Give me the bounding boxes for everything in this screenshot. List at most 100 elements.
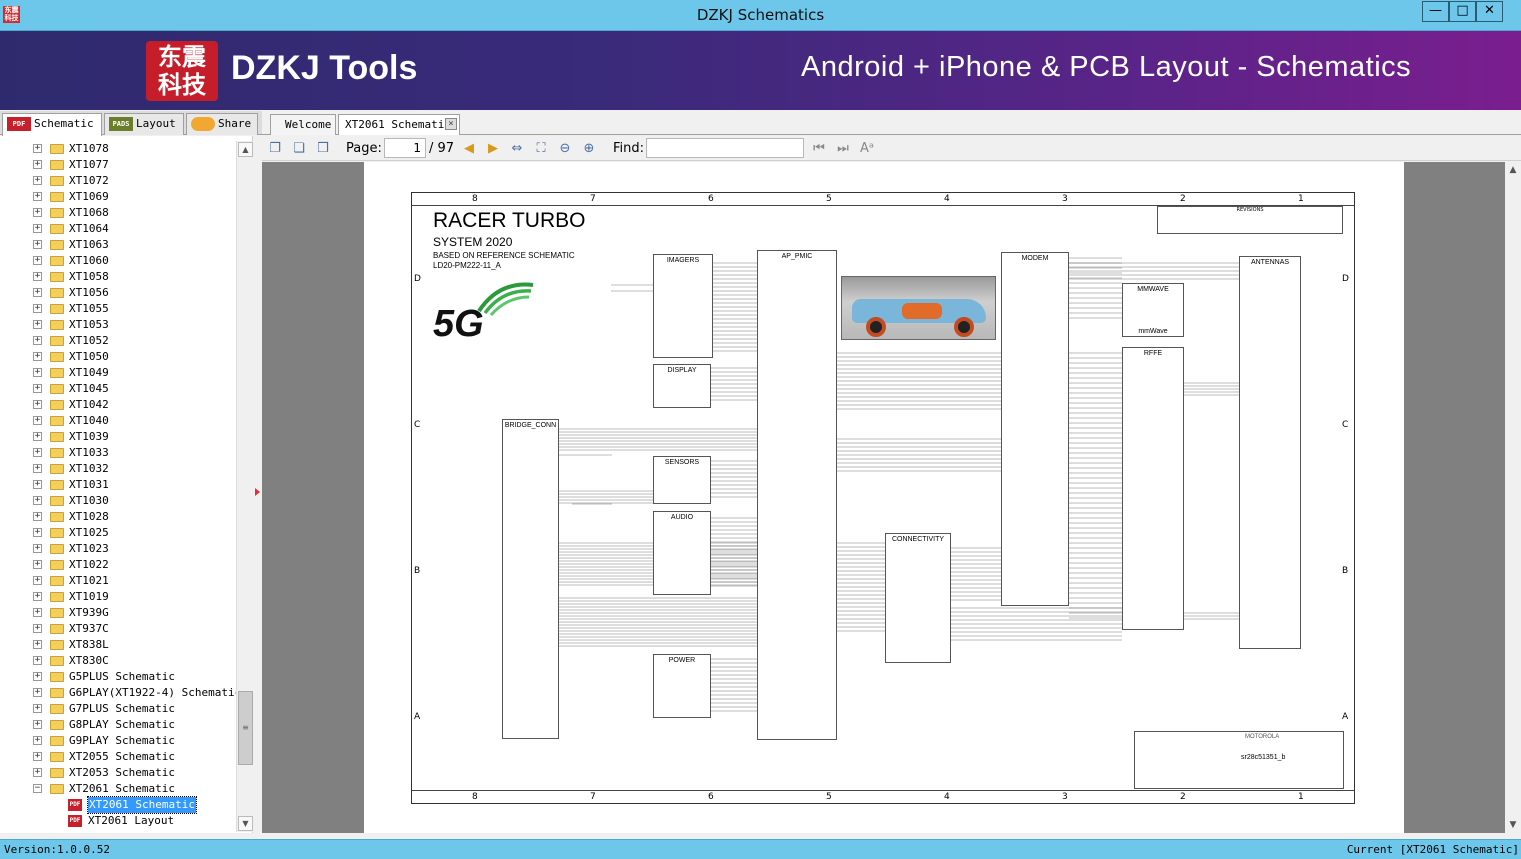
expand-icon[interactable]: + — [33, 144, 42, 153]
expand-icon[interactable]: + — [33, 464, 42, 473]
expand-icon[interactable]: + — [33, 192, 42, 201]
tree-folder-item[interactable]: + XT1052 — [0, 333, 235, 349]
zoom-in-icon[interactable]: ⊕ — [580, 140, 598, 158]
tree-folder-item[interactable]: + G8PLAY Schematic — [0, 717, 235, 733]
tree-folder-item[interactable]: + G7PLUS Schematic — [0, 701, 235, 717]
tree-folder-item[interactable]: + XT1033 — [0, 445, 235, 461]
expand-icon[interactable]: + — [33, 736, 42, 745]
tree-folder-item[interactable]: + XT1056 — [0, 285, 235, 301]
expand-icon[interactable]: + — [33, 752, 42, 761]
expand-icon[interactable]: + — [33, 576, 42, 585]
tree-folder-item[interactable]: + XT1030 — [0, 493, 235, 509]
expand-icon[interactable]: + — [33, 160, 42, 169]
tree-folder-item[interactable]: + XT1050 — [0, 349, 235, 365]
expand-icon[interactable]: + — [33, 384, 42, 393]
tree-folder-item[interactable]: + XT1025 — [0, 525, 235, 541]
expand-icon[interactable]: + — [33, 656, 42, 665]
copy-icon[interactable]: ❏ — [290, 140, 308, 158]
tree-folder-item[interactable]: + G6PLAY(XT1922-4) Schematic — [0, 685, 241, 701]
tree-folder-item[interactable]: + XT1055 — [0, 301, 235, 317]
tree-folder-item[interactable]: + G5PLUS Schematic — [0, 669, 235, 685]
tab-layout[interactable]: PADS Layout — [104, 113, 184, 135]
expand-icon[interactable]: + — [33, 496, 42, 505]
tree-folder-item[interactable]: + XT1022 — [0, 557, 235, 573]
expand-icon[interactable]: + — [33, 608, 42, 617]
expand-icon[interactable]: + — [33, 368, 42, 377]
tree-folder-item[interactable]: + XT830C — [0, 653, 235, 669]
expand-icon[interactable]: + — [33, 720, 42, 729]
tab-share[interactable]: Share — [186, 113, 258, 135]
close-tab-icon[interactable]: × — [445, 118, 457, 130]
tree-folder-item[interactable]: + XT1023 — [0, 541, 235, 557]
tree-folder-item[interactable]: + XT1072 — [0, 173, 235, 189]
tree-folder-item[interactable]: + XT1063 — [0, 237, 235, 253]
expand-icon[interactable]: + — [33, 176, 42, 185]
open-file-icon[interactable]: ❐ — [266, 140, 284, 158]
tab-welcome[interactable]: Welcome — [270, 114, 336, 135]
tree-folder-item[interactable]: + XT1060 — [0, 253, 235, 269]
expand-icon[interactable]: + — [33, 528, 42, 537]
expand-icon[interactable]: + — [33, 432, 42, 441]
tree-folder-item[interactable]: + XT1053 — [0, 317, 235, 333]
tree-folder-item[interactable]: + XT838L — [0, 637, 235, 653]
tree-folder-item[interactable]: + XT1058 — [0, 269, 235, 285]
tree-folder-item[interactable]: + XT1028 — [0, 509, 235, 525]
tab-xt2061-schematic[interactable]: XT2061 Schematic × — [338, 114, 460, 135]
tree-folder-item[interactable]: − XT2061 Schematic — [0, 781, 235, 797]
tree-folder-item[interactable]: + XT1069 — [0, 189, 235, 205]
expand-icon[interactable]: + — [33, 304, 42, 313]
expand-icon[interactable]: + — [33, 672, 42, 681]
expand-icon[interactable]: + — [33, 416, 42, 425]
find-input[interactable] — [646, 138, 804, 158]
tree-folder-item[interactable]: + XT1068 — [0, 205, 235, 221]
tree-folder-item[interactable]: + XT1032 — [0, 461, 235, 477]
tree-folder-item[interactable]: + XT1042 — [0, 397, 235, 413]
tree-folder-item[interactable]: + XT1040 — [0, 413, 235, 429]
tree-folder-item[interactable]: + XT1064 — [0, 221, 235, 237]
find-previous-icon[interactable]: ⏮ — [810, 140, 828, 158]
tree-folder-item[interactable]: + XT1078 — [0, 141, 235, 157]
find-next-icon[interactable]: ⏭ — [834, 140, 852, 158]
scroll-down-icon[interactable]: ▼ — [238, 816, 253, 831]
expand-icon[interactable]: + — [33, 352, 42, 361]
maximize-button[interactable]: □ — [1449, 1, 1476, 22]
tree-file-item[interactable]: PDF XT2061 Schematic — [0, 796, 235, 814]
tree-folder-item[interactable]: + XT1049 — [0, 365, 235, 381]
expand-icon[interactable]: + — [33, 768, 42, 777]
tree-folder-item[interactable]: + G9PLAY Schematic — [0, 733, 235, 749]
match-case-icon[interactable]: Aᵃ — [858, 140, 876, 158]
expand-icon[interactable]: + — [33, 560, 42, 569]
expand-icon[interactable]: + — [33, 288, 42, 297]
expand-icon[interactable]: + — [33, 272, 42, 281]
tree-file-item[interactable]: PDF XT2061 Layout — [0, 813, 235, 829]
expand-icon[interactable]: + — [33, 320, 42, 329]
expand-icon[interactable]: + — [33, 512, 42, 521]
expand-icon[interactable]: + — [33, 640, 42, 649]
tab-schematic[interactable]: PDF Schematic — [2, 113, 102, 136]
tree-folder-item[interactable]: + XT1045 — [0, 381, 235, 397]
expand-icon[interactable]: + — [33, 544, 42, 553]
close-button[interactable]: ✕ — [1476, 1, 1503, 22]
tree-folder-item[interactable]: + XT2053 Schematic — [0, 765, 235, 781]
expand-icon[interactable]: + — [33, 704, 42, 713]
fit-page-icon[interactable]: ⛶ — [532, 140, 550, 158]
expand-icon[interactable]: + — [33, 688, 42, 697]
viewer-scrollbar[interactable]: ▲ ▼ — [1505, 162, 1521, 833]
scroll-thumb[interactable]: ≡ — [238, 691, 253, 765]
expand-icon[interactable]: + — [33, 256, 42, 265]
tree-scrollbar[interactable]: ▲ ≡ ▼ — [236, 141, 253, 832]
expand-icon[interactable]: + — [33, 480, 42, 489]
tree-folder-item[interactable]: + XT1019 — [0, 589, 235, 605]
expand-icon[interactable]: + — [33, 336, 42, 345]
viewer-scroll-down-icon[interactable]: ▼ — [1505, 817, 1521, 833]
collapse-icon[interactable]: − — [33, 784, 42, 793]
tree-folder-item[interactable]: + XT1039 — [0, 429, 235, 445]
panel-splitter[interactable] — [253, 136, 262, 833]
page-number-input[interactable] — [384, 138, 426, 158]
collapse-arrow-icon[interactable] — [255, 488, 260, 496]
prev-page-icon[interactable]: ◀ — [460, 140, 478, 158]
expand-icon[interactable]: + — [33, 400, 42, 409]
fit-width-icon[interactable]: ⇔ — [508, 140, 526, 158]
scroll-up-icon[interactable]: ▲ — [238, 142, 253, 157]
tree-folder-item[interactable]: + XT939G — [0, 605, 235, 621]
